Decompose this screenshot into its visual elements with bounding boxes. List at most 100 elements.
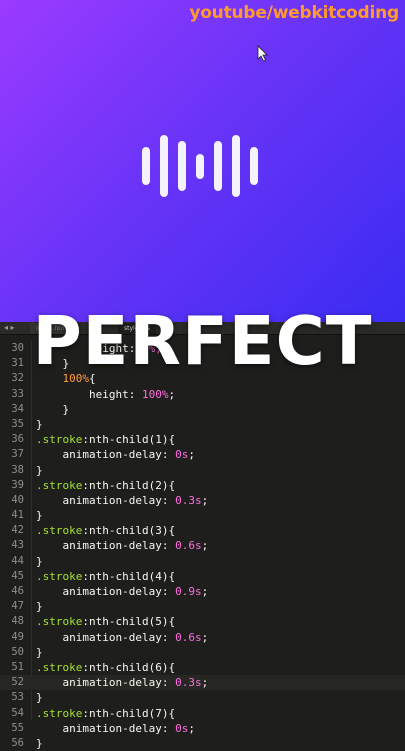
code-token: :nth-child(5){ xyxy=(82,615,176,629)
code-line[interactable]: 46 animation-delay: 0.9s; xyxy=(0,584,405,599)
code-line[interactable]: 48 .stroke:nth-child(5){ xyxy=(0,614,405,629)
animation-preview: youtube/webkitcoding xyxy=(0,0,405,322)
code-line[interactable]: 50} xyxy=(0,645,405,660)
code-line[interactable]: 49 animation-delay: 0.6s; xyxy=(0,630,405,645)
code-text: } xyxy=(36,736,43,751)
code-line[interactable]: 41} xyxy=(0,508,405,523)
loader-stroke xyxy=(196,153,204,179)
code-token: .stroke xyxy=(36,524,83,538)
code-editor[interactable]: 30 height: 0%; 31 } 32 100%{33 height: 100… xyxy=(0,341,405,750)
code-line[interactable]: 52 animation-delay: 0.3s; xyxy=(0,675,405,691)
code-line[interactable]: 43 animation-delay: 0.6s; xyxy=(0,538,405,553)
code-text: .stroke:nth-child(2){ xyxy=(36,478,175,493)
code-token: 0.6s xyxy=(175,539,202,553)
code-line[interactable]: 42 .stroke:nth-child(3){ xyxy=(0,523,405,538)
code-token: 0.9s xyxy=(175,585,202,598)
code-text: animation-delay: 0s; xyxy=(36,721,195,736)
code-token: :nth-child(1){ xyxy=(82,433,176,447)
code-line[interactable]: 40 animation-delay: 0.3s; xyxy=(0,493,405,508)
code-text: .stroke:nth-child(5){ xyxy=(36,614,175,629)
code-text: animation-delay: 0.3s; xyxy=(36,675,208,690)
code-token: ; xyxy=(201,676,209,690)
code-token: } xyxy=(36,417,43,431)
code-text: .stroke:nth-child(4){ xyxy=(36,569,175,584)
code-token: 0s xyxy=(175,448,189,462)
code-line[interactable]: 51 .stroke:nth-child(6){ xyxy=(0,660,405,675)
code-token: .stroke xyxy=(36,433,83,447)
code-token: 0.3s xyxy=(175,493,202,507)
code-text: .stroke:nth-child(1){ xyxy=(36,432,175,447)
code-token: :nth-child(7){ xyxy=(82,706,176,720)
code-token: 100% xyxy=(141,387,169,401)
code-text: } xyxy=(36,645,43,660)
code-text: } xyxy=(36,463,43,478)
code-text: } xyxy=(36,599,43,614)
line-number: 45 xyxy=(11,569,24,582)
code-line[interactable]: 39 .stroke:nth-child(2){ xyxy=(0,478,405,493)
line-number: 56 xyxy=(11,736,24,749)
line-number: 33 xyxy=(11,387,24,400)
line-number: 49 xyxy=(11,630,24,643)
loader-stroke xyxy=(232,135,240,197)
code-line[interactable]: 45 .stroke:nth-child(4){ xyxy=(0,569,405,584)
code-token: } xyxy=(36,509,43,523)
code-token: :nth-child(3){ xyxy=(82,524,176,538)
code-token: } xyxy=(36,554,43,568)
code-text: } xyxy=(36,554,43,569)
code-line[interactable]: 56} xyxy=(0,736,405,751)
code-line[interactable]: 36 .stroke:nth-child(1){ xyxy=(0,432,405,447)
channel-watermark: youtube/webkitcoding xyxy=(189,3,399,23)
code-token: ; xyxy=(201,493,209,507)
line-number: 53 xyxy=(11,691,24,704)
loader-stroke xyxy=(142,147,150,185)
code-token: 0.6s xyxy=(175,630,202,644)
code-token: .stroke xyxy=(36,706,83,720)
line-number: 35 xyxy=(11,417,24,430)
code-text: .stroke:nth-child(3){ xyxy=(36,523,175,538)
code-line[interactable]: 35} xyxy=(0,417,405,432)
code-token: 0.3s xyxy=(175,676,202,690)
code-token: height: xyxy=(36,387,142,401)
code-text: .stroke:nth-child(6){ xyxy=(36,660,175,675)
code-token: } xyxy=(36,463,43,477)
code-token: animation-delay: xyxy=(36,630,176,644)
code-text: animation-delay: 0s; xyxy=(36,447,194,462)
code-token: } xyxy=(36,736,43,750)
code-token: .stroke xyxy=(36,478,83,492)
line-number: 51 xyxy=(11,660,24,673)
line-number: 44 xyxy=(11,554,24,567)
line-number: 36 xyxy=(11,433,24,446)
code-line[interactable]: 54 .stroke:nth-child(7){ xyxy=(0,706,405,721)
code-token: .stroke xyxy=(36,569,83,583)
line-number: 48 xyxy=(11,615,24,628)
line-number: 37 xyxy=(11,448,24,461)
code-text: animation-delay: 0.6s; xyxy=(36,538,208,553)
loader-stroke xyxy=(250,147,258,185)
line-number: 41 xyxy=(11,509,24,522)
audio-wave-loader xyxy=(142,135,264,197)
code-token: .stroke xyxy=(36,615,83,629)
code-text: } xyxy=(36,417,43,432)
code-line[interactable]: 34 } xyxy=(0,402,405,417)
code-token: animation-delay: xyxy=(36,493,176,507)
line-number: 55 xyxy=(11,721,24,734)
code-token: animation-delay: xyxy=(36,676,176,690)
code-text: animation-delay: 0.3s; xyxy=(36,493,208,508)
line-number: 34 xyxy=(11,402,24,415)
code-line[interactable]: 33 height: 100%; xyxy=(0,387,405,402)
code-token: ; xyxy=(188,721,195,735)
code-text: height: 100%; xyxy=(36,387,175,402)
code-line[interactable]: 44} xyxy=(0,554,405,569)
line-number: 47 xyxy=(11,600,24,613)
code-token: ; xyxy=(201,630,209,644)
code-token: ; xyxy=(201,585,209,598)
line-number: 54 xyxy=(11,706,24,719)
code-line[interactable]: 47} xyxy=(0,599,405,614)
line-number: 39 xyxy=(11,478,24,491)
code-text: } xyxy=(36,690,43,705)
code-line[interactable]: 55 animation-delay: 0s; xyxy=(0,721,405,736)
code-line[interactable]: 53} xyxy=(0,690,405,705)
code-token: } xyxy=(36,402,70,416)
code-line[interactable]: 37 animation-delay: 0s; xyxy=(0,447,405,462)
code-line[interactable]: 38} xyxy=(0,463,405,478)
